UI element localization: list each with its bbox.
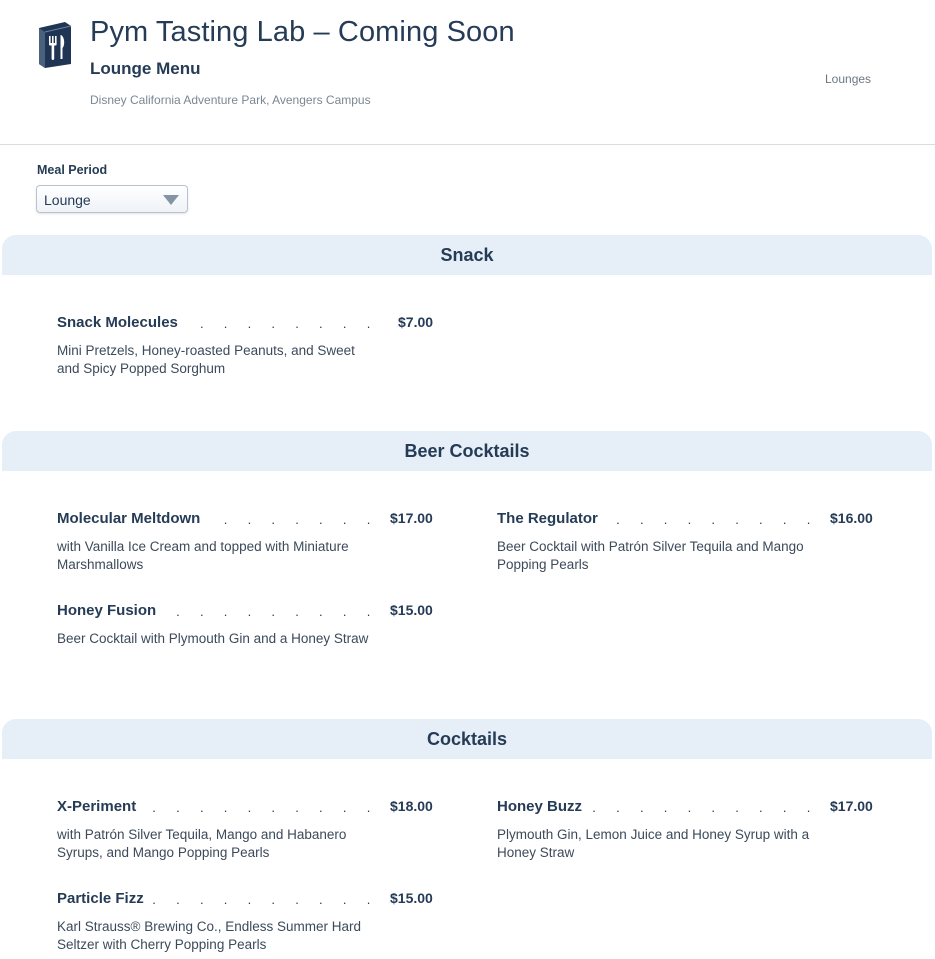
page-header: Pym Tasting Lab – Coming Soon Lounge Men… bbox=[0, 0, 935, 145]
menu-item-price: $15.00 bbox=[390, 890, 433, 906]
page-subtitle: Lounge Menu bbox=[90, 59, 201, 78]
menu-item: . . . . . . . . . . . . . . . . . . . . … bbox=[57, 798, 437, 862]
meal-period-label: Meal Period bbox=[37, 163, 108, 177]
menu-item-description: Beer Cocktail with Patrón Silver Tequila… bbox=[497, 539, 804, 572]
menu-item-name: Honey Fusion bbox=[57, 602, 163, 619]
menu-item-price: $16.00 bbox=[830, 510, 873, 526]
menu-item-description: Karl Strauss® Brewing Co., Endless Summe… bbox=[57, 919, 362, 952]
menu-item-price: $15.00 bbox=[390, 602, 433, 618]
meal-period-value: Lounge bbox=[44, 192, 91, 208]
menu-item-price: $18.00 bbox=[390, 798, 433, 814]
menu-item-description: Beer Cocktail with Plymouth Gin and a Ho… bbox=[57, 631, 369, 646]
menu-item-price: $17.00 bbox=[390, 510, 433, 526]
menu-item-description: Mini Pretzels, Honey-roasted Peanuts, an… bbox=[57, 343, 355, 376]
section-title: Snack bbox=[440, 245, 494, 265]
section-header-beer-cocktails: Beer Cocktails bbox=[2, 431, 932, 471]
menu-item-name: Honey Buzz bbox=[497, 798, 589, 815]
section-header-cocktails: Cocktails bbox=[2, 719, 932, 759]
menu-item: . . . . . . . . . . . . . . . . . . . . … bbox=[497, 510, 877, 574]
section-title: Beer Cocktails bbox=[404, 441, 530, 461]
section-title: Cocktails bbox=[426, 729, 508, 749]
menu-item-name: The Regulator bbox=[497, 510, 604, 527]
menu-item-name: Particle Fizz bbox=[57, 890, 150, 907]
menu-item-price: $7.00 bbox=[398, 314, 434, 330]
menu-item: . . . . . . . . . . . . . . . . . . . . … bbox=[57, 602, 437, 648]
menu-item-description: with Vanilla Ice Cream and topped with M… bbox=[57, 539, 349, 572]
lounges-link[interactable]: Lounges bbox=[825, 72, 871, 86]
menu-item-name: X-Periment bbox=[57, 798, 143, 815]
section-header-snack: Snack bbox=[2, 235, 932, 275]
menu-item: . . . . . . . . . . . . . . . . . . . . … bbox=[57, 510, 437, 574]
menu-item-price: $17.00 bbox=[830, 798, 873, 814]
menu-item-description: with Patrón Silver Tequila, Mango and Ha… bbox=[57, 827, 347, 860]
menu-item-description: Plymouth Gin, Lemon Juice and Honey Syru… bbox=[497, 827, 810, 860]
menu-item-name: Snack Molecules bbox=[57, 314, 184, 331]
menu-item: . . . . . . . . . . . . . . . . . . . . … bbox=[497, 798, 877, 862]
menu-item: . . . . . . . . . . . . . . . . . . . . … bbox=[57, 890, 437, 954]
page-title: Pym Tasting Lab – Coming Soon bbox=[90, 16, 515, 48]
menu-item: . . . . . . . . . . . . . . . . . . . . … bbox=[57, 314, 437, 378]
menu-utensils-icon bbox=[39, 22, 71, 68]
location-text: Disney California Adventure Park, Avenge… bbox=[90, 93, 371, 107]
meal-period-select[interactable]: Lounge bbox=[36, 185, 188, 213]
menu-item-name: Molecular Meltdown bbox=[57, 510, 207, 527]
chevron-down-icon bbox=[163, 195, 179, 205]
